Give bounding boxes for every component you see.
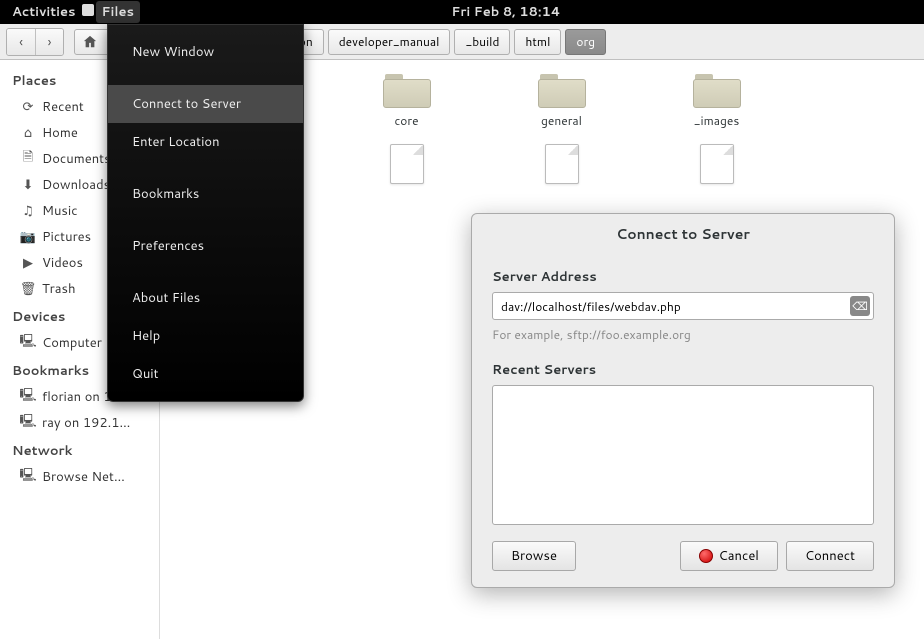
menu-about[interactable]: About Files xyxy=(108,279,303,317)
app-menu: New Window Connect to Server Enter Locat… xyxy=(107,24,304,402)
file-item[interactable] xyxy=(639,144,794,214)
activities-button[interactable]: Activities xyxy=(12,3,76,21)
path-segment[interactable]: _build xyxy=(454,29,510,55)
recent-servers-list[interactable] xyxy=(492,385,874,525)
path-segment[interactable]: developer_manual xyxy=(328,29,451,55)
pictures-icon: 📷 xyxy=(20,229,36,245)
folder-icon xyxy=(383,74,431,108)
menu-connect-to-server[interactable]: Connect to Server xyxy=(108,85,303,123)
home-icon: ⌂ xyxy=(20,125,36,141)
server-address-hint: For example, sftp://foo.example.org xyxy=(492,326,874,343)
clock[interactable]: Fri Feb 8, 18:14 xyxy=(451,3,560,21)
network-icon: 🖳 xyxy=(20,469,36,485)
music-icon: ♫ xyxy=(20,203,36,219)
folder-item[interactable]: _images xyxy=(639,74,794,144)
folder-icon xyxy=(693,74,741,108)
file-icon xyxy=(545,144,579,184)
menu-bookmarks[interactable]: Bookmarks xyxy=(108,175,303,213)
folder-item[interactable]: general xyxy=(484,74,639,144)
computer-icon: 🖳 xyxy=(20,335,36,351)
connect-to-server-dialog: Connect to Server Server Address ⌫ For e… xyxy=(471,213,895,588)
sidebar-item-browse-network[interactable]: 🖳Browse Net… xyxy=(0,464,159,490)
menu-new-window[interactable]: New Window xyxy=(108,33,303,71)
videos-icon: ▶ xyxy=(20,255,36,271)
downloads-icon: ⬇ xyxy=(20,177,36,193)
dialog-title: Connect to Server xyxy=(472,214,894,254)
path-segment[interactable]: html xyxy=(514,29,561,55)
file-item[interactable] xyxy=(329,144,484,214)
cancel-button[interactable]: Cancel xyxy=(680,541,778,571)
menu-help[interactable]: Help xyxy=(108,317,303,355)
file-icon xyxy=(700,144,734,184)
server-address-input[interactable] xyxy=(492,292,874,320)
menu-quit[interactable]: Quit xyxy=(108,355,303,393)
nav-buttons: ‹ › xyxy=(6,28,64,56)
file-item[interactable] xyxy=(484,144,639,214)
browse-button[interactable]: Browse xyxy=(492,541,576,571)
menu-preferences[interactable]: Preferences xyxy=(108,227,303,265)
folder-item[interactable]: core xyxy=(329,74,484,144)
forward-button[interactable]: › xyxy=(35,29,63,55)
back-button[interactable]: ‹ xyxy=(7,29,35,55)
server-address-label: Server Address xyxy=(492,268,874,286)
trash-icon: 🗑 xyxy=(20,281,36,297)
server-icon: 🖳 xyxy=(20,389,36,405)
server-icon: 🖳 xyxy=(20,415,36,431)
home-icon xyxy=(83,35,97,49)
clear-input-icon[interactable]: ⌫ xyxy=(850,296,870,316)
recent-servers-label: Recent Servers xyxy=(492,361,874,379)
path-segment-current[interactable]: org xyxy=(565,29,606,55)
recent-icon: ⟳ xyxy=(20,99,36,115)
folder-icon xyxy=(538,74,586,108)
file-icon xyxy=(390,144,424,184)
sidebar-item-bookmark[interactable]: 🖳ray on 192.1… xyxy=(0,410,159,436)
connect-button[interactable]: Connect xyxy=(786,541,874,571)
documents-icon: 🗎 xyxy=(20,151,36,167)
menu-enter-location[interactable]: Enter Location xyxy=(108,123,303,161)
sidebar-heading-network: Network xyxy=(0,436,159,464)
stop-icon xyxy=(699,549,713,563)
